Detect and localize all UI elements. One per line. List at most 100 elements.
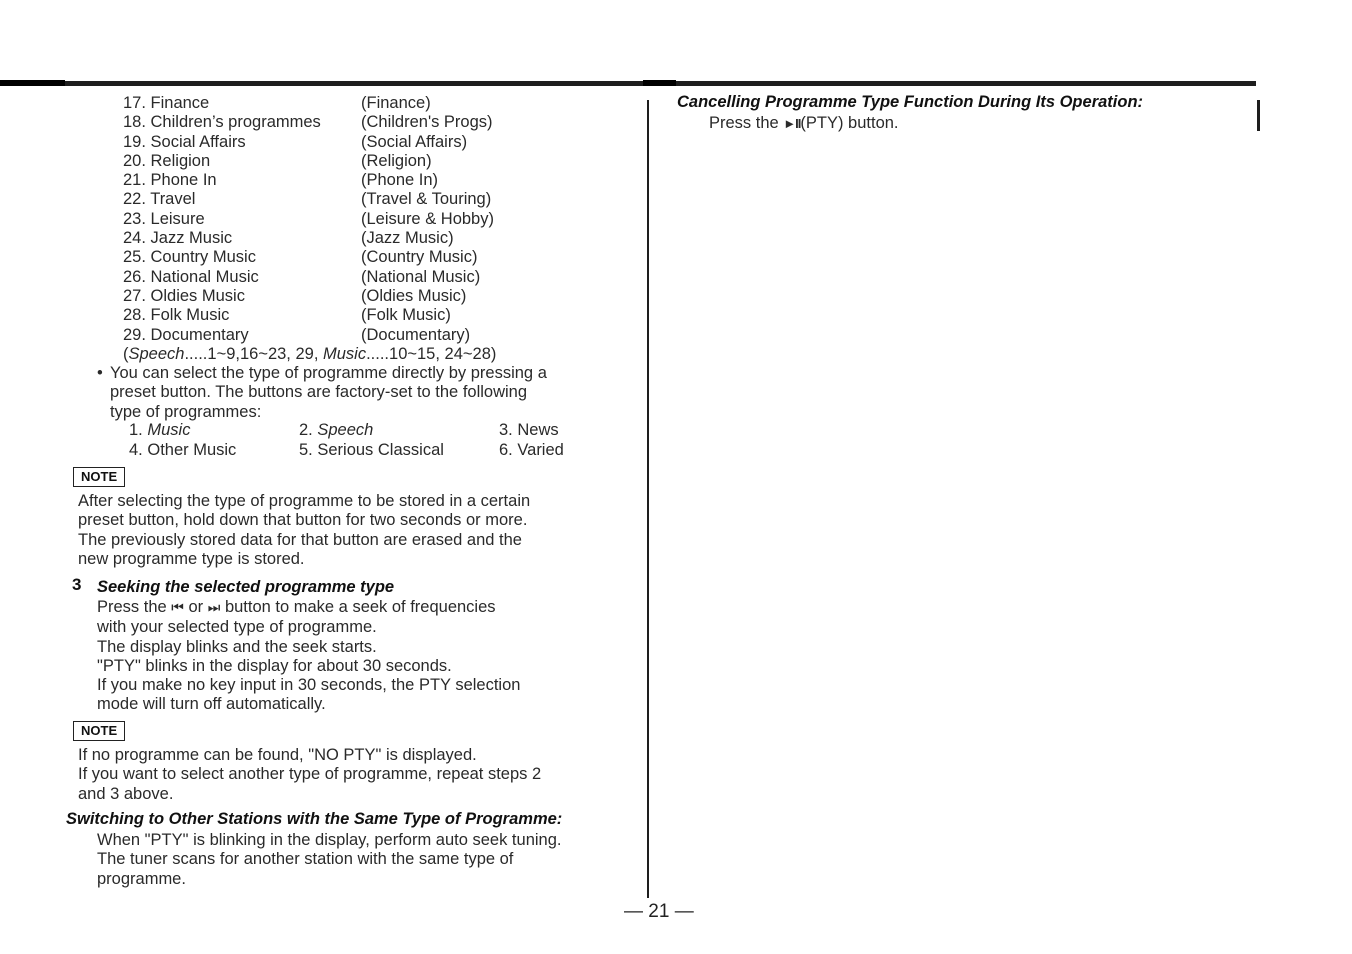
pty-code: (Country Music) [361, 248, 478, 267]
preset-num: 2. [299, 421, 318, 439]
pty-row: 17. Finance (Finance) [123, 94, 496, 113]
music-range: .....10~15, 24~28) [366, 344, 497, 363]
pty-row: 24. Jazz Music (Jazz Music) [123, 229, 496, 248]
pty-name: 23. Leisure [123, 209, 205, 228]
pty-code: (Documentary) [361, 325, 471, 344]
pty-row: 19. Social Affairs (Social Affairs) [123, 133, 496, 152]
step-number: 3 [72, 575, 82, 594]
speech-label: Speech [128, 344, 185, 363]
preset-num: 5. [299, 441, 318, 459]
text-span: Press the [97, 598, 172, 616]
pty-name: 20. Religion [123, 151, 211, 170]
pty-row: 23. Leisure (Leisure & Hobby) [123, 210, 496, 229]
speech-range: .....1~9,16~23, 29, [184, 344, 323, 363]
section-body: Press the ►II(PTY) button. [709, 114, 899, 133]
pty-code: (Folk Music) [361, 306, 451, 325]
pty-row: 27. Oldies Music (Oldies Music) [123, 287, 496, 306]
text-line: mode will turn off automatically. [97, 695, 326, 714]
pty-code: (Religion) [361, 151, 432, 170]
section-heading: Cancelling Programme Type Function Durin… [677, 93, 1144, 111]
step-heading: Seeking the selected programme type [97, 578, 395, 596]
pty-code: (Phone In) [361, 171, 439, 190]
text-line: preset button, hold down that button for… [78, 511, 528, 530]
pty-name: 22. Travel [123, 190, 196, 209]
pty-row: 26. National Music (National Music) [123, 268, 496, 287]
text-span: (PTY) button. [800, 114, 899, 132]
preset-label: Music [147, 421, 191, 439]
pty-name: 18. Children’s programmes [123, 113, 321, 132]
section-body: When "PTY" is blinking in the display, p… [97, 831, 561, 889]
preset-label: Varied [517, 441, 564, 459]
pty-name: 25. Country Music [123, 248, 256, 267]
pty-code: (Children's Progs) [361, 113, 493, 132]
text-span: button to make a seek of frequencies [220, 598, 496, 616]
text-line: with your selected type of programme. [97, 618, 377, 637]
text-line: The display blinks and the seek starts. [97, 637, 377, 656]
preset-item: 6. Varied [499, 441, 564, 460]
preset-num: 1. [129, 421, 148, 439]
play-pause-icon: ►II [783, 116, 801, 131]
preset-item: 4. Other Music [129, 441, 236, 460]
pty-code: (Leisure & Hobby) [361, 209, 494, 228]
text-line: After selecting the type of programme to… [78, 492, 531, 510]
text-line: The previously stored data for that butt… [78, 530, 522, 549]
category-note: (Speech.....1~9,16~23, 29, Music.....10~… [123, 345, 496, 364]
note-text: After selecting the type of programme to… [78, 492, 530, 569]
seek-next-icon: ⏭ [207, 600, 221, 616]
margin-marker [1257, 100, 1260, 131]
pty-code: (Jazz Music) [361, 229, 454, 248]
text-line: and 3 above. [78, 784, 174, 803]
pty-code: (Oldies Music) [361, 286, 467, 305]
pty-name: 24. Jazz Music [123, 229, 233, 248]
text-line: type of programmes: [110, 402, 262, 421]
text-span: Press the [709, 114, 784, 132]
text-line: preset button. The buttons are factory-s… [110, 383, 528, 402]
preset-item: 5. Serious Classical [299, 441, 444, 460]
bullet-paragraph: You can select the type of programme dir… [110, 364, 547, 422]
pty-code: (National Music) [361, 267, 481, 286]
text-line: You can select the type of programme dir… [110, 364, 547, 382]
preset-label: Speech [317, 421, 374, 439]
pty-name: 19. Social Affairs [123, 132, 246, 151]
text-span: or [183, 598, 208, 616]
pty-list: 17. Finance (Finance) 18. Children’s prog… [123, 94, 496, 364]
preset-num: 3. [499, 421, 518, 439]
note-badge: NOTE [73, 721, 126, 741]
pty-name: 26. National Music [123, 267, 259, 286]
text-line: Press the ⏮ or ⏭ button to make a seek o… [97, 598, 520, 618]
pty-name: 28. Folk Music [123, 306, 230, 325]
note-text: If no programme can be found, "NO PTY" i… [78, 746, 541, 804]
header-rule-mid-accent [643, 80, 676, 86]
preset-label: Serious Classical [317, 441, 444, 459]
column-divider [647, 100, 649, 898]
seek-prev-icon: ⏮ [171, 600, 184, 616]
bullet-symbol: • [97, 364, 103, 382]
pty-code: (Finance) [361, 94, 431, 112]
text-line: programme. [97, 869, 186, 888]
pty-code: (Travel & Touring) [361, 190, 492, 209]
note-badge: NOTE [73, 467, 126, 487]
music-label: Music [323, 344, 367, 363]
text-line: The tuner scans for another station with… [97, 850, 514, 869]
header-rule-left-accent [0, 80, 65, 86]
pty-code: (Social Affairs) [361, 132, 468, 151]
pty-row: 25. Country Music (Country Music) [123, 248, 496, 267]
section-heading: Switching to Other Stations with the Sam… [66, 810, 563, 828]
pty-name: 21. Phone In [123, 171, 217, 190]
preset-item: 1. Music [129, 421, 190, 440]
pty-row: 29. Documentary (Documentary) [123, 326, 496, 345]
preset-item: 3. News [499, 421, 559, 440]
text-line: When "PTY" is blinking in the display, p… [97, 831, 562, 849]
preset-label: News [517, 421, 559, 439]
text-line: If you make no key input in 30 seconds, … [97, 676, 521, 695]
pty-row: 20. Religion (Religion) [123, 152, 496, 171]
pty-name: 17. Finance [123, 94, 210, 112]
preset-item: 2. Speech [299, 421, 373, 440]
pty-row: 22. Travel (Travel & Touring) [123, 190, 496, 209]
header-rule-right [676, 81, 1256, 86]
pty-row: 21. Phone In (Phone In) [123, 171, 496, 190]
header-rule-left [65, 81, 643, 86]
text-line: "PTY" blinks in the display for about 30… [97, 656, 452, 675]
pty-name: 29. Documentary [123, 325, 249, 344]
pty-row: 18. Children’s programmes (Children's Pro… [123, 113, 496, 132]
